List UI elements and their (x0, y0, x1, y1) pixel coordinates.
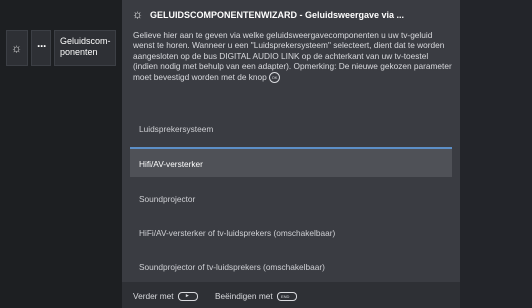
dialog-title: GELUIDSCOMPONENTENWIZARD - Geluidsweerga… (150, 10, 405, 20)
option-hifi-or-tv-speakers[interactable]: HiFi/AV-versterker of tv-luidsprekers (o… (130, 218, 452, 248)
option-hifi-av-amplifier[interactable]: Hifi/AV-versterker (130, 147, 452, 177)
dialog-footer: Verder met ► Beëindigen met END (122, 282, 460, 308)
gear-icon: ☼ (132, 7, 143, 21)
option-label: Soundprojector of tv-luidsprekers (omsch… (139, 262, 325, 272)
option-label: HiFi/AV-versterker of tv-luidsprekers (o… (139, 228, 336, 238)
more-dots-icon: ··· (37, 39, 47, 53)
option-label: Soundprojector (139, 194, 196, 204)
end-key-icon: END (276, 292, 297, 302)
more-menu-tab[interactable]: ··· (31, 30, 51, 66)
option-soundprojector-or-tv-speakers[interactable]: Soundprojector of tv-luidsprekers (omsch… (130, 252, 452, 282)
tv-menu-screen: ☼ ··· Geluidscom-ponenten ☼ GELUIDSCOMPO… (0, 0, 532, 308)
option-label: Hifi/AV-versterker (139, 159, 203, 169)
breadcrumb-sound-components[interactable]: Geluidscom-ponenten (54, 30, 116, 66)
sound-components-wizard-dialog: ☼ GELUIDSCOMPONENTENWIZARD - Geluidsweer… (122, 0, 460, 308)
gear-icon: ☼ (11, 41, 22, 55)
option-speaker-system[interactable]: Luidsprekersysteem (130, 114, 452, 144)
option-list: Luidsprekersysteem Hifi/AV-versterker So… (130, 114, 452, 282)
option-soundprojector[interactable]: Soundprojector (130, 184, 452, 214)
dialog-description: Gelieve hier aan te geven via welke gelu… (133, 30, 455, 83)
next-hint: Verder met ► (133, 291, 198, 302)
option-label: Luidsprekersysteem (139, 124, 214, 134)
right-key-icon: ► (177, 292, 198, 302)
ok-button-icon: OK (269, 71, 281, 83)
end-label: Beëindigen met (215, 291, 273, 301)
settings-menu-tab[interactable]: ☼ (6, 30, 28, 66)
dialog-title-bar: ☼ GELUIDSCOMPONENTENWIZARD - Geluidsweer… (122, 4, 460, 26)
next-label: Verder met (133, 291, 174, 301)
end-hint: Beëindigen met END (215, 291, 297, 302)
description-text: Gelieve hier aan te geven via welke gelu… (133, 30, 452, 82)
right-side-panel (460, 0, 532, 308)
breadcrumb-label: Geluidscom-ponenten (60, 36, 111, 57)
